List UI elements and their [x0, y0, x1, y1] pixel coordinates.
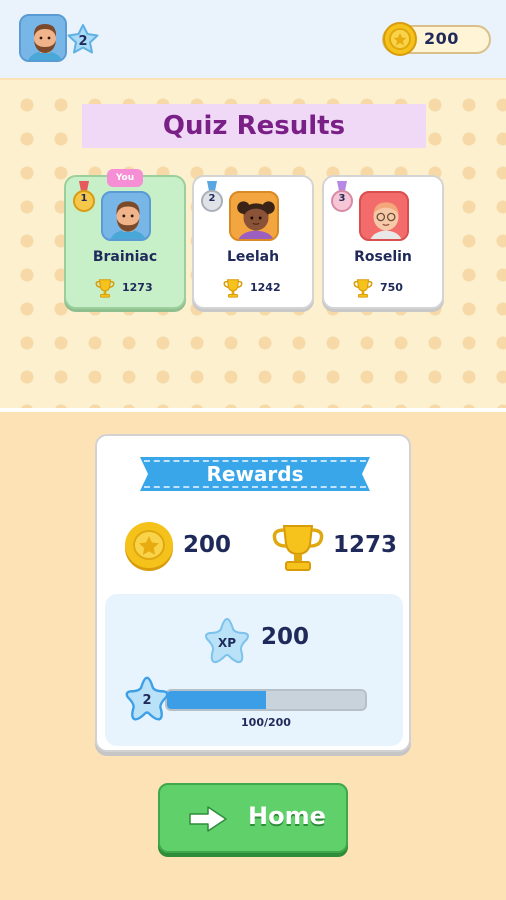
xp-section: XP 200 2 100/200: [105, 594, 403, 746]
avatar-girl-icon: [237, 201, 275, 239]
reward-coins: 200: [183, 532, 232, 558]
rank-number: 1: [80, 193, 88, 204]
rewards-title: Rewards: [206, 462, 304, 486]
player-score: 750: [380, 281, 403, 294]
results-section: Quiz Results 1 You Brainiac 1273 2 Leela…: [0, 80, 506, 410]
section-divider: [0, 408, 506, 412]
rewards-panel: Rewards 200 1273 XP 200 2 100/200: [95, 434, 411, 752]
xp-badge: XP: [200, 616, 254, 666]
xp-progress-text: 100/200: [241, 716, 291, 729]
arrow-right-icon: [189, 806, 227, 832]
trophy-icon: [353, 279, 373, 298]
player-card-1[interactable]: 1 You Brainiac 1273: [64, 169, 186, 309]
top-bar: 2 200: [0, 0, 506, 78]
level-number: 2: [78, 34, 88, 49]
you-tag: You: [107, 169, 143, 187]
xp-progress-fill: [167, 691, 266, 709]
rewards-ribbon: Rewards: [140, 457, 370, 491]
player-name: Leelah: [226, 249, 280, 265]
coin-icon: [125, 522, 173, 571]
player-avatar-leelah: [229, 191, 279, 241]
trophy-icon: [95, 279, 115, 298]
rank-number: 3: [338, 193, 346, 204]
home-label: Home: [248, 802, 326, 830]
title-banner: Quiz Results: [82, 104, 426, 148]
xp-value: 200: [261, 624, 310, 650]
coin-balance[interactable]: 200: [382, 22, 491, 56]
player-avatar-brainiac: [101, 191, 151, 241]
xp-label: XP: [217, 635, 237, 650]
level-badge: 2: [64, 22, 102, 58]
player-score: 1273: [122, 281, 153, 294]
home-button[interactable]: Home: [158, 783, 348, 853]
page-title: Quiz Results: [162, 111, 346, 141]
player-card-2[interactable]: 2 Leelah 1242: [192, 175, 314, 309]
player-avatar-roselin: [359, 191, 409, 241]
avatar-man-icon: [21, 16, 65, 60]
player-name: Brainiac: [92, 249, 158, 265]
coin-count: 200: [424, 29, 459, 48]
trophy-icon: [272, 525, 324, 571]
reward-trophies: 1273: [333, 532, 398, 558]
player-avatar[interactable]: [19, 14, 67, 62]
rank-number: 2: [208, 193, 216, 204]
player-score: 1242: [250, 281, 281, 294]
coin-icon: [383, 22, 417, 56]
player-card-3[interactable]: 3 Roselin 750: [322, 175, 444, 309]
avatar-boy-icon: [370, 202, 402, 239]
avatar-man-icon: [110, 201, 146, 239]
player-name: Roselin: [354, 249, 412, 265]
xp-progress-bar: [165, 689, 367, 711]
trophy-icon: [223, 279, 243, 298]
